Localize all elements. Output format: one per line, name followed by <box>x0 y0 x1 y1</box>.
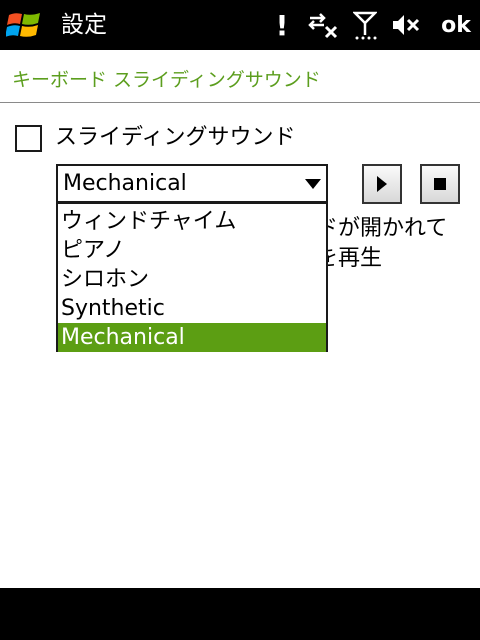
play-icon <box>377 176 387 192</box>
bottom-menu-bar <box>0 588 480 640</box>
dropdown-option[interactable]: Synthetic <box>58 294 326 323</box>
page-title: 設定 <box>61 12 107 38</box>
stop-icon <box>434 178 446 190</box>
alert-glyph: ! <box>275 8 289 42</box>
header-divider <box>0 102 480 103</box>
data-disconnected-icon[interactable] <box>306 0 340 50</box>
stop-button[interactable] <box>420 164 460 204</box>
dropdown-option-selected[interactable]: Mechanical <box>58 323 326 352</box>
ok-button[interactable]: ok <box>436 0 476 50</box>
dropdown-option[interactable]: シロホン <box>58 265 326 294</box>
dropdown-option[interactable]: ピアノ <box>58 236 326 265</box>
sliding-sound-label[interactable]: スライディングサウンド <box>55 124 295 152</box>
title-bar: 設定 ! ok <box>0 0 480 50</box>
chevron-down-icon[interactable] <box>299 166 326 201</box>
sliding-sound-checkbox[interactable] <box>15 125 42 152</box>
dropdown-option[interactable]: ウィンドチャイム <box>58 207 326 236</box>
alert-icon[interactable]: ! <box>270 0 294 50</box>
dropdown-list: ウィンドチャイム ピアノ シロホン Synthetic Mechanical <box>56 202 328 352</box>
sound-dropdown[interactable]: Mechanical <box>56 164 328 203</box>
settings-header: キーボード スライディングサウンド <box>12 69 321 91</box>
play-button[interactable] <box>362 164 402 204</box>
dropdown-selected-value: Mechanical <box>63 171 187 196</box>
windows-start-icon[interactable] <box>6 8 42 42</box>
ok-label: ok <box>441 12 471 38</box>
volume-muted-icon[interactable] <box>390 0 424 50</box>
signal-off-icon[interactable] <box>352 0 378 50</box>
